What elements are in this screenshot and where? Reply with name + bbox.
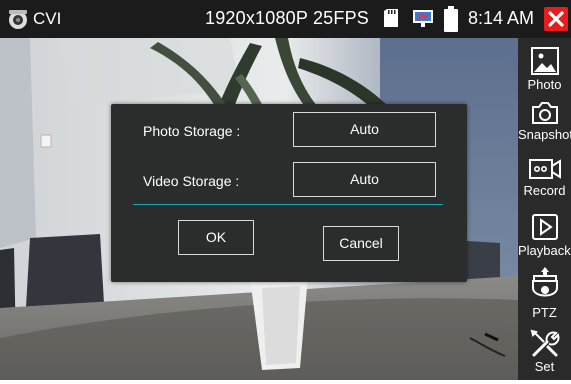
sidebar-item-snapshot[interactable]: Snapshot — [518, 100, 571, 156]
function-sidebar: Photo Snapshot Record Playback PTZ Set — [518, 38, 571, 380]
sidebar-item-label: PTZ — [532, 306, 557, 320]
storage-settings-dialog: Photo Storage : Auto Video Storage : Aut… — [111, 104, 467, 282]
play-icon — [531, 214, 558, 240]
sidebar-item-label: Set — [534, 360, 555, 374]
cancel-button[interactable]: Cancel — [323, 226, 399, 261]
photo-icon — [530, 47, 559, 75]
tools-icon — [530, 329, 559, 357]
sidebar-item-ptz[interactable]: PTZ — [518, 266, 571, 322]
sidebar-item-record[interactable]: Record — [518, 156, 571, 212]
sidebar-item-photo[interactable]: Photo — [518, 46, 571, 102]
sidebar-item-set[interactable]: Set — [518, 328, 571, 384]
video-storage-select[interactable]: Auto — [293, 162, 436, 197]
input-mode-label: CVI — [33, 9, 62, 28]
photo-storage-select[interactable]: Auto — [293, 112, 436, 147]
sidebar-item-playback[interactable]: Playback — [518, 212, 571, 268]
sidebar-item-label: Snapshot — [518, 128, 571, 142]
dialog-divider — [133, 204, 443, 205]
close-button[interactable] — [544, 7, 568, 31]
sidebar-item-label: Record — [523, 184, 566, 198]
battery-icon — [444, 6, 458, 32]
ptz-camera-icon — [531, 267, 558, 297]
video-storage-label: Video Storage : — [143, 173, 240, 189]
photo-storage-label: Photo Storage : — [143, 123, 241, 139]
camera-icon — [531, 102, 558, 124]
sd-card-icon — [384, 9, 398, 27]
close-icon — [548, 11, 564, 27]
clock-label: 8:14 AM — [468, 8, 535, 28]
resolution-label: 1920x1080P 25FPS — [205, 8, 369, 28]
sidebar-item-label: Playback — [518, 244, 571, 258]
status-bar: CVI 1920x1080P 25FPS 8:14 AM — [0, 0, 571, 38]
sidebar-item-label: Photo — [527, 78, 562, 92]
monitor-icon — [413, 10, 433, 27]
ok-button[interactable]: OK — [178, 220, 254, 255]
video-record-icon — [528, 159, 561, 179]
camera-icon — [9, 10, 27, 29]
